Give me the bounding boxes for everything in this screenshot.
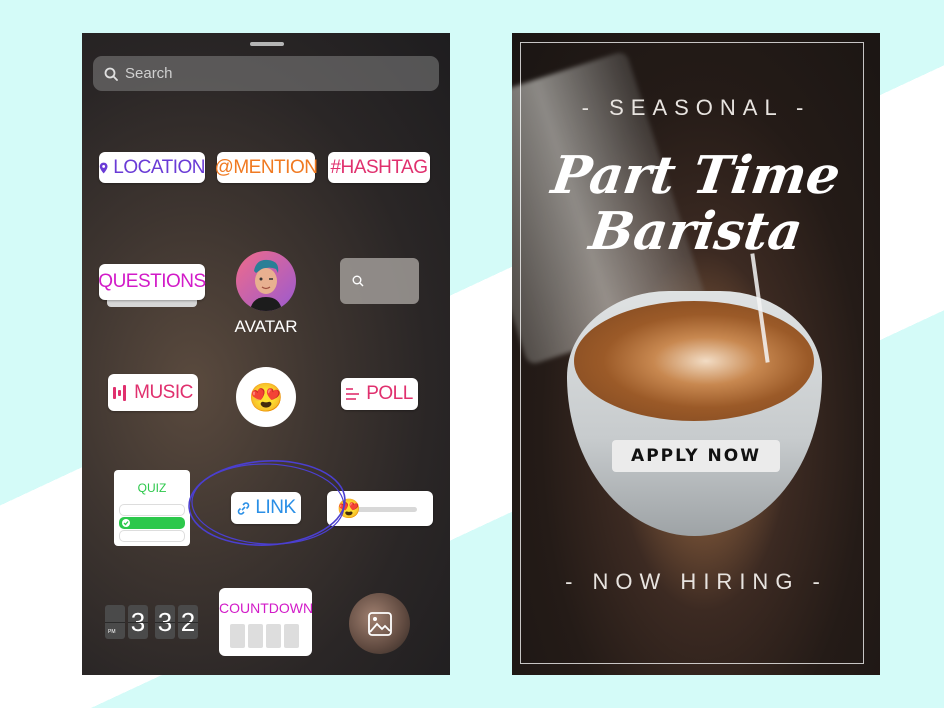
music-sticker[interactable]: MUSIC: [108, 374, 198, 411]
clock-digit: 2: [178, 605, 198, 639]
gif-search-sticker[interactable]: [340, 258, 419, 304]
countdown-placeholder-boxes: [230, 624, 299, 648]
avatar-sticker[interactable]: [236, 251, 296, 311]
location-label: LOCATION: [113, 156, 205, 178]
drag-handle[interactable]: [250, 42, 284, 46]
countdown-sticker[interactable]: COUNTDOWN: [219, 588, 314, 656]
location-sticker[interactable]: LOCATION: [99, 152, 205, 183]
hashtag-sticker[interactable]: #HASHTAG: [328, 152, 430, 183]
search-icon: [352, 275, 364, 287]
emoji-reaction-sticker[interactable]: 😍: [236, 367, 296, 427]
photo-sticker[interactable]: [349, 593, 410, 654]
quiz-option-correct: [119, 517, 185, 529]
search-icon: [104, 67, 118, 81]
highlight-circle-annotation: [188, 460, 346, 546]
clock-digit: 3: [128, 605, 148, 639]
quiz-option: [119, 530, 185, 542]
poster-title-line1: Part Time: [547, 145, 845, 206]
slider-track[interactable]: [357, 507, 417, 512]
location-pin-icon: [99, 162, 108, 173]
mention-sticker[interactable]: @MENTION: [214, 152, 318, 183]
sticker-tray-panel: Search LOCATION @MENTION #HASHTAG QUESTI…: [82, 33, 450, 675]
poll-sticker[interactable]: POLL: [341, 378, 418, 410]
quiz-option: [119, 504, 185, 516]
sticker-search-input[interactable]: Search: [93, 56, 439, 91]
poll-lines-icon: [346, 388, 360, 400]
checkmark-icon: [122, 519, 130, 527]
poster-footer: - NOW HIRING -: [565, 569, 827, 594]
apply-now-button[interactable]: APPLY NOW: [612, 440, 780, 472]
music-label: MUSIC: [134, 381, 193, 403]
search-placeholder: Search: [125, 65, 173, 82]
questions-sticker[interactable]: QUESTIONS: [98, 264, 206, 300]
countdown-label: COUNTDOWN: [219, 600, 314, 616]
quiz-sticker[interactable]: QUIZ: [114, 470, 190, 546]
image-icon: [367, 611, 392, 636]
clock-period: PM: [105, 605, 125, 639]
avatar-label: AVATAR: [234, 317, 298, 336]
clock-digit: 3: [155, 605, 175, 639]
poll-label: POLL: [366, 383, 413, 404]
quiz-label: QUIZ: [137, 481, 167, 495]
hashtag-label: #HASHTAG: [330, 156, 428, 178]
questions-label: QUESTIONS: [98, 271, 206, 292]
story-poster-preview: - SEASONAL - Part Time Barista APPLY NOW…: [512, 33, 880, 675]
mention-label: @MENTION: [214, 156, 318, 178]
poster-kicker: - SEASONAL -: [581, 95, 811, 120]
heart-eyes-emoji: 😍: [248, 381, 284, 413]
avatar-character-icon: [250, 259, 282, 311]
poster-title-line2: Barista: [585, 201, 807, 262]
time-sticker[interactable]: PM 3 3 2: [105, 605, 198, 639]
music-bars-icon: [113, 384, 127, 401]
